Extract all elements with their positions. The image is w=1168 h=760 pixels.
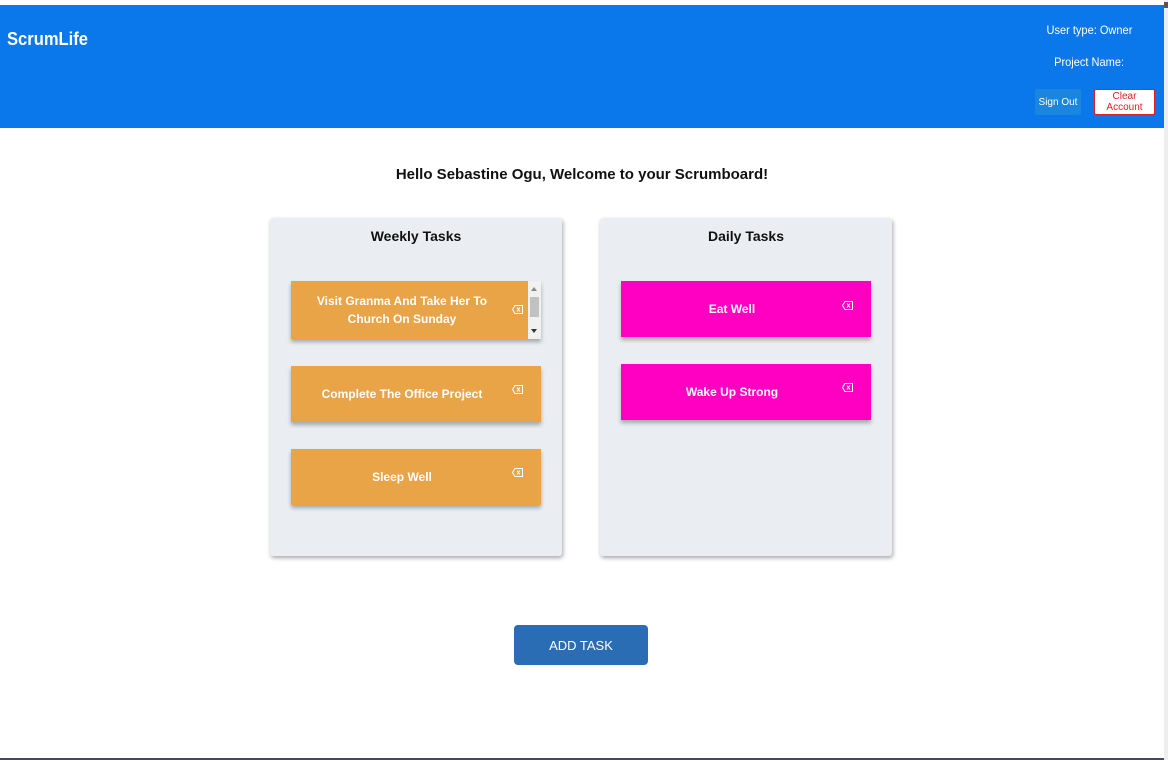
welcome-heading: Hello Sebastine Ogu, Welcome to your Scr… [395,166,769,183]
task-label: Eat Well [708,302,756,316]
scroll-up-arrow-icon[interactable] [1164,2,1168,8]
task-label: Wake Up Strong [685,385,779,399]
weekly-tasks-title: Weekly Tasks [370,228,462,244]
weekly-task-card[interactable]: Visit Granma And Take Her To Church On S… [291,281,541,339]
weekly-tasks-column: Weekly Tasks Visit Granma And Take Her T… [270,218,562,556]
task-label: Visit Granma And Take Her To Church On S… [316,294,488,326]
brand-logo[interactable]: ScrumLife [7,29,88,50]
backspace-icon[interactable] [512,385,523,394]
weekly-task-card[interactable]: Sleep Well [291,449,541,505]
backspace-icon[interactable] [512,305,523,314]
task-card-scrollbar[interactable] [528,281,541,339]
daily-tasks-title: Daily Tasks [707,228,784,244]
scroll-up-icon[interactable] [531,287,537,291]
backspace-icon[interactable] [842,301,853,310]
scroll-down-icon[interactable] [531,329,537,333]
app-header: ScrumLife User type: Owner Project Name:… [0,5,1164,128]
user-type-label: User type: Owner [1046,23,1132,37]
daily-tasks-column: Daily Tasks Eat Well Wake Up Strong [600,218,892,556]
task-label: Sleep Well [372,470,432,484]
clear-account-button[interactable]: Clear Account [1094,89,1155,115]
backspace-icon[interactable] [512,468,523,477]
daily-task-card[interactable]: Eat Well [621,281,871,337]
sign-out-button[interactable]: Sign Out [1035,89,1081,115]
project-name-label: Project Name: [1054,55,1124,69]
scroll-thumb[interactable] [530,297,539,317]
add-task-button[interactable]: ADD TASK [514,625,648,665]
page-scrollbar[interactable] [1164,0,1168,760]
daily-task-card[interactable]: Wake Up Strong [621,364,871,420]
weekly-task-card[interactable]: Complete The Office Project [291,366,541,422]
backspace-icon[interactable] [842,383,853,392]
task-label: Complete The Office Project [321,387,483,401]
